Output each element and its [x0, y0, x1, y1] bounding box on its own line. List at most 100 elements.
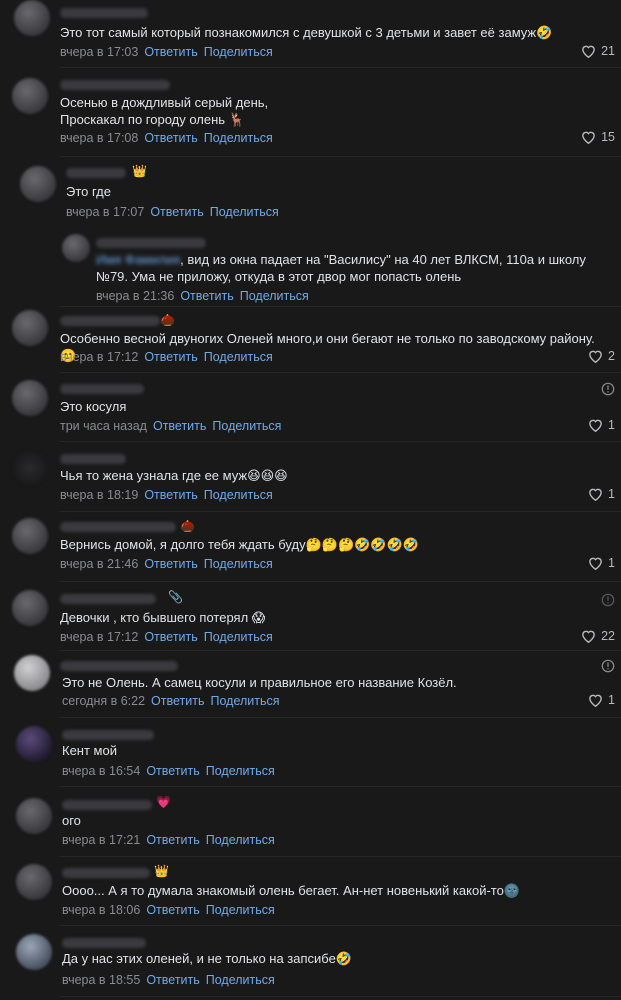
share-link[interactable]: Поделиться — [204, 350, 273, 364]
like-count: 1 — [608, 418, 615, 432]
comment-text: ого — [62, 813, 81, 828]
like-button[interactable]: 1 — [588, 487, 615, 501]
share-link[interactable]: Поделиться — [206, 973, 275, 987]
like-button[interactable]: 1 — [588, 418, 615, 432]
avatar[interactable] — [12, 590, 48, 626]
author-name[interactable] — [60, 661, 178, 671]
avatar[interactable] — [62, 234, 90, 262]
mention-link[interactable]: Имя Фамилия — [96, 252, 180, 267]
author-name[interactable] — [62, 730, 154, 740]
reply-link[interactable]: Ответить — [144, 131, 197, 145]
avatar[interactable] — [12, 518, 48, 554]
avatar[interactable] — [12, 78, 48, 114]
timestamp: вчера в 18:19 — [60, 488, 139, 502]
heart-icon — [582, 630, 595, 643]
share-link[interactable]: Поделиться — [206, 833, 275, 847]
like-button[interactable]: 1 — [588, 556, 615, 570]
timestamp: вчера в 17:08 — [60, 131, 139, 145]
comment: 📎 Девочки , кто бывшего потерял 😱 вчера … — [0, 588, 621, 648]
comment-meta: вчера в 17:21 Ответить Поделиться — [62, 832, 275, 848]
comment: 💗 ого вчера в 17:21 Ответить Поделиться — [0, 794, 621, 854]
info-circle-icon — [601, 382, 615, 396]
divider — [60, 306, 621, 307]
share-link[interactable]: Поделиться — [204, 630, 273, 644]
comment: 👑 Это где вчера в 17:07 Ответить Поделитьс… — [0, 162, 621, 230]
avatar[interactable] — [20, 166, 56, 202]
timestamp: вчера в 17:12 — [60, 630, 139, 644]
timestamp: вчера в 17:07 — [66, 205, 145, 219]
avatar[interactable] — [12, 450, 48, 486]
avatar[interactable] — [14, 655, 50, 691]
like-count: 1 — [608, 556, 615, 570]
divider — [60, 581, 621, 582]
reply-link[interactable]: Ответить — [150, 205, 203, 219]
share-link[interactable]: Поделиться — [204, 131, 273, 145]
comment: Это косуля три часа назад Ответить Поделит… — [0, 378, 621, 438]
timestamp: вчера в 18:55 — [62, 973, 141, 987]
comment-text: Это где — [66, 184, 111, 199]
reply-link[interactable]: Ответить — [144, 488, 197, 502]
share-link[interactable]: Поделиться — [204, 45, 273, 59]
author-name[interactable] — [60, 8, 148, 18]
reply-link[interactable]: Ответить — [153, 419, 206, 433]
share-link[interactable]: Поделиться — [210, 694, 279, 708]
author-name[interactable] — [60, 594, 156, 604]
heart-icon — [589, 488, 602, 501]
like-button[interactable]: 22 — [581, 629, 615, 643]
timestamp: вчера в 17:21 — [62, 833, 141, 847]
reply-link[interactable]: Ответить — [146, 903, 199, 917]
reply-link[interactable]: Ответить — [144, 557, 197, 571]
comment-text: Имя Фамилия, вид из окна падает на "Васи… — [96, 251, 607, 285]
avatar[interactable] — [16, 934, 52, 970]
comment: Кент мой вчера в 16:54 Ответить Поделиться — [0, 724, 621, 784]
crown-badge-icon: 👑 — [154, 864, 169, 878]
author-name[interactable] — [60, 522, 176, 532]
avatar[interactable] — [16, 726, 52, 762]
divider — [60, 372, 621, 373]
paperclip-badge-icon: 📎 — [168, 590, 183, 604]
author-name[interactable] — [62, 868, 150, 878]
avatar[interactable] — [14, 0, 50, 36]
author-name[interactable] — [62, 800, 152, 810]
reply-link[interactable]: Ответить — [146, 833, 199, 847]
share-link[interactable]: Поделиться — [212, 419, 281, 433]
author-name[interactable] — [60, 316, 160, 326]
reply-link[interactable]: Ответить — [144, 350, 197, 364]
comment: Это не Олень. А самец косули и правильно… — [0, 655, 621, 715]
author-name[interactable] — [96, 238, 206, 248]
avatar[interactable] — [12, 310, 48, 346]
author-name[interactable] — [66, 168, 126, 178]
share-link[interactable]: Поделиться — [210, 205, 279, 219]
comment-text: Вернись домой, я долго тебя ждать буду🤔🤔… — [60, 537, 419, 552]
reply-link[interactable]: Ответить — [180, 289, 233, 303]
reply-link[interactable]: Ответить — [146, 764, 199, 778]
heart-icon — [589, 419, 602, 432]
like-button[interactable]: 21 — [581, 44, 615, 58]
like-button[interactable]: 15 — [581, 130, 615, 144]
author-name[interactable] — [60, 80, 170, 90]
share-link[interactable]: Поделиться — [240, 289, 309, 303]
author-name[interactable] — [60, 384, 144, 394]
reply-link[interactable]: Ответить — [144, 630, 197, 644]
timestamp: вчера в 17:12 — [60, 350, 139, 364]
share-link[interactable]: Поделиться — [206, 764, 275, 778]
heart-icon — [589, 350, 602, 363]
author-name[interactable] — [60, 454, 126, 464]
like-button[interactable]: 2 — [588, 349, 615, 363]
divider — [60, 650, 621, 651]
author-name[interactable] — [62, 938, 146, 948]
share-link[interactable]: Поделиться — [204, 557, 273, 571]
divider — [60, 67, 621, 68]
reply-link[interactable]: Ответить — [146, 973, 199, 987]
timestamp: вчера в 18:06 — [62, 903, 141, 917]
like-button[interactable]: 1 — [588, 693, 615, 707]
share-link[interactable]: Поделиться — [204, 488, 273, 502]
avatar[interactable] — [12, 380, 48, 416]
reply-link[interactable]: Ответить — [144, 45, 197, 59]
share-link[interactable]: Поделиться — [206, 903, 275, 917]
avatar[interactable] — [16, 798, 52, 834]
like-count: 15 — [601, 130, 615, 144]
reply-link[interactable]: Ответить — [151, 694, 204, 708]
avatar[interactable] — [16, 864, 52, 900]
comment-meta: вчера в 21:46 Ответить Поделиться — [60, 556, 273, 572]
